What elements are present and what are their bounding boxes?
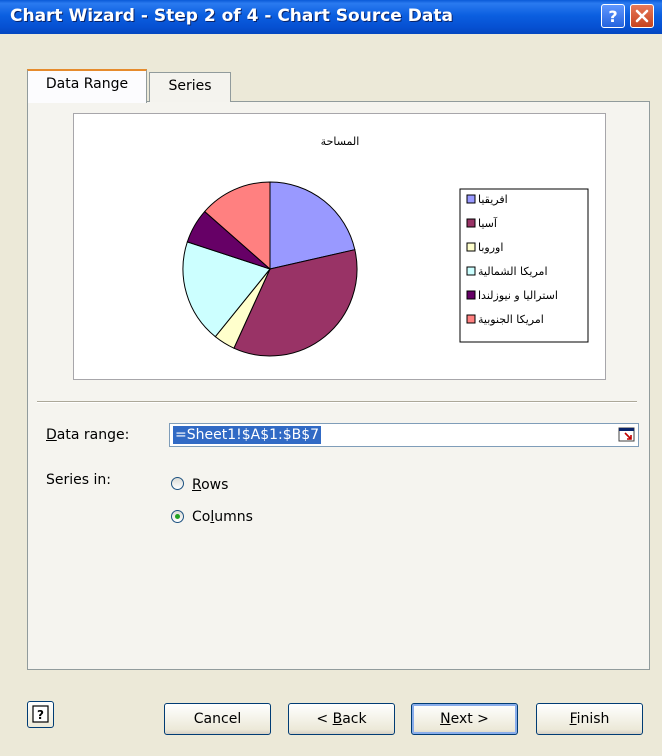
data-range-value[interactable]: =Sheet1!$A$1:$B$7 xyxy=(173,426,322,444)
question-mark-icon: ? xyxy=(608,7,617,26)
close-button[interactable] xyxy=(630,4,654,28)
back-label-post: ack xyxy=(342,711,367,727)
next-button[interactable]: Next > xyxy=(411,703,518,735)
pie-chart: المساحة افريقيا آسيا اوروبا امريكا الشمالية… xyxy=(182,135,589,357)
back-label-pre: < xyxy=(316,711,333,727)
svg-text:?: ? xyxy=(37,708,44,722)
chart-preview: المساحة افريقيا آسيا اوروبا امريكا الشمالية… xyxy=(73,113,606,380)
legend-label: آسيا xyxy=(478,216,498,230)
title-bar: Chart Wizard - Step 2 of 4 - Chart Sourc… xyxy=(0,0,662,34)
legend-swatch xyxy=(466,218,476,228)
separator-highlight xyxy=(37,402,637,403)
legend-label: افريقيا xyxy=(478,193,508,206)
next-label-post: ext > xyxy=(450,711,489,727)
collapse-dialog-button[interactable] xyxy=(617,425,637,445)
columns-label-post: umns xyxy=(214,509,253,525)
legend-label: استراليا و نيوزلندا xyxy=(478,289,558,302)
legend-swatch xyxy=(466,290,476,300)
columns-label[interactable]: Columns xyxy=(192,509,253,525)
finish-label-post: inish xyxy=(576,711,610,727)
help-title-button[interactable]: ? xyxy=(601,4,625,28)
rows-radio[interactable] xyxy=(171,477,184,490)
data-range-label-rest: ata range: xyxy=(56,427,130,443)
data-range-input[interactable]: =Sheet1!$A$1:$B$7 xyxy=(169,423,639,447)
close-icon xyxy=(635,9,649,23)
help-button[interactable]: ? xyxy=(27,701,54,728)
legend-swatch xyxy=(466,194,476,204)
finish-button[interactable]: Finish xyxy=(536,703,643,735)
legend-swatch xyxy=(466,314,476,324)
chart-wizard-dialog: Chart Wizard - Step 2 of 4 - Chart Sourc… xyxy=(0,0,662,756)
collapse-dialog-icon xyxy=(618,427,635,442)
columns-label-pre: Co xyxy=(192,509,211,525)
tab-series[interactable]: Series xyxy=(149,72,231,102)
tab-series-label: Series xyxy=(168,78,212,94)
legend-label: امريكا الشمالية xyxy=(478,265,548,278)
svg-text:?: ? xyxy=(608,7,617,26)
rows-label[interactable]: Rows xyxy=(192,477,228,493)
chart-title: المساحة xyxy=(321,135,360,148)
back-button[interactable]: < Back xyxy=(288,703,395,735)
tab-data-range[interactable]: Data Range xyxy=(27,69,147,103)
tab-data-range-label: Data Range xyxy=(45,76,129,92)
columns-radio[interactable] xyxy=(171,510,184,523)
legend-label: اوروبا xyxy=(478,241,503,254)
data-range-label: Data range: xyxy=(46,427,130,443)
window-title: Chart Wizard - Step 2 of 4 - Chart Sourc… xyxy=(10,6,453,26)
legend-swatch xyxy=(466,242,476,252)
legend-label: امريكا الجنوبية xyxy=(478,313,544,326)
legend-swatch xyxy=(466,266,476,276)
radio-selected-dot xyxy=(175,514,180,519)
rows-label-rest: ows xyxy=(201,477,229,493)
cancel-button[interactable]: Cancel xyxy=(164,703,271,735)
help-icon: ? xyxy=(32,705,49,723)
series-in-label: Series in: xyxy=(46,472,111,488)
